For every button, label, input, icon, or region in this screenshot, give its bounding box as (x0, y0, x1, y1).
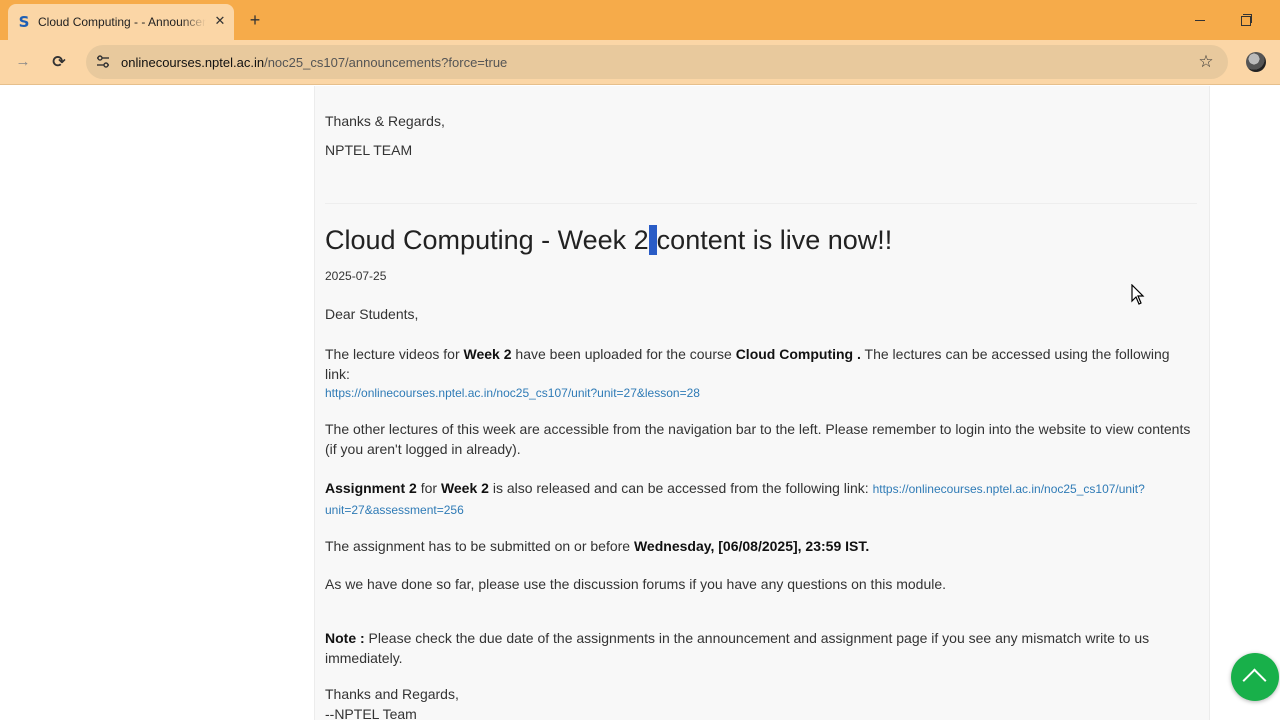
greeting: Dear Students, (325, 306, 419, 322)
note-label: Note : (325, 630, 365, 646)
deadline-date: Wednesday, [06/08/2025], 23:59 IST. (633, 538, 870, 554)
title-part-2: content is live now!! (656, 225, 893, 255)
favicon-s-icon: S (18, 13, 30, 31)
forum-paragraph: As we have done so far, please use the d… (325, 576, 947, 592)
text-fragment: have been uploaded for the course (511, 346, 736, 362)
text-fragment: Please check the due date of the assignm… (325, 630, 1150, 666)
active-tab[interactable]: S Cloud Computing - - Announcements ✕ (8, 4, 234, 40)
title-part-1: Cloud Computing - Week 2 (325, 225, 649, 255)
prev-signature: NPTEL TEAM (325, 142, 413, 158)
text-fragment: Cloud Computing . (735, 346, 861, 362)
minimize-icon[interactable] (1190, 10, 1210, 30)
signature: --NPTEL Team (325, 706, 417, 720)
url-text[interactable]: onlinecourses.nptel.ac.in/noc25_cs107/an… (121, 55, 507, 70)
prev-closing: Thanks & Regards, (325, 113, 445, 129)
text-fragment: The lecture videos for (325, 346, 464, 362)
mouse-cursor-icon (1131, 284, 1145, 305)
lecture-link-row: https://onlinecourses.nptel.ac.in/noc25_… (325, 382, 700, 403)
profile-avatar[interactable] (1246, 52, 1266, 72)
text-fragment: Week 2 (463, 346, 512, 362)
text-fragment: for (416, 480, 441, 496)
star-icon[interactable]: ☆ (1196, 52, 1216, 72)
text-fragment: is also released and can be accessed fro… (488, 480, 873, 496)
text-fragment: Assignment 2 (325, 480, 417, 496)
lecture-paragraph: The lecture videos for Week 2 have been … (325, 344, 1197, 384)
page-viewport: Thanks & Regards, NPTEL TEAM Cloud Compu… (0, 86, 1280, 720)
announcement-date: 2025-07-25 (325, 269, 387, 283)
note-paragraph: Note : Please check the due date of the … (325, 628, 1197, 668)
text-fragment: Week 2 (440, 480, 489, 496)
plus-icon[interactable]: + (244, 9, 266, 31)
announcement-title: Cloud Computing - Week 2 content is live … (325, 223, 892, 257)
url-path: /noc25_cs107/announcements?force=true (264, 55, 508, 70)
forward-icon[interactable]: → (13, 52, 33, 72)
announcements-panel: Thanks & Regards, NPTEL TEAM Cloud Compu… (314, 86, 1210, 720)
navigation-paragraph: The other lectures of this week are acce… (325, 421, 1191, 457)
chevron-up-icon[interactable] (1231, 653, 1279, 701)
text-caret (648, 225, 657, 255)
closing: Thanks and Regards, (325, 686, 459, 702)
assignment-paragraph: Assignment 2 for Week 2 is also released… (325, 478, 1197, 520)
browser-toolbar: → ⟳ onlinecourses.nptel.ac.in/noc25_cs10… (0, 40, 1280, 85)
announcement-divider (325, 203, 1197, 204)
site-info-icon[interactable] (94, 53, 112, 71)
restore-icon[interactable] (1236, 10, 1256, 30)
close-icon[interactable]: ✕ (211, 12, 229, 30)
reload-icon[interactable]: ⟳ (49, 52, 69, 72)
text-fragment: The assignment has to be submitted on or… (325, 538, 634, 554)
address-bar[interactable]: onlinecourses.nptel.ac.in/noc25_cs107/an… (86, 45, 1228, 79)
deadline-paragraph: The assignment has to be submitted on or… (325, 536, 869, 556)
tab-strip: S Cloud Computing - - Announcements ✕ + (0, 0, 1280, 40)
tab-title: Cloud Computing - - Announcements (38, 15, 206, 29)
url-host: onlinecourses.nptel.ac.in (121, 55, 265, 70)
lecture-link[interactable]: https://onlinecourses.nptel.ac.in/noc25_… (325, 386, 700, 400)
